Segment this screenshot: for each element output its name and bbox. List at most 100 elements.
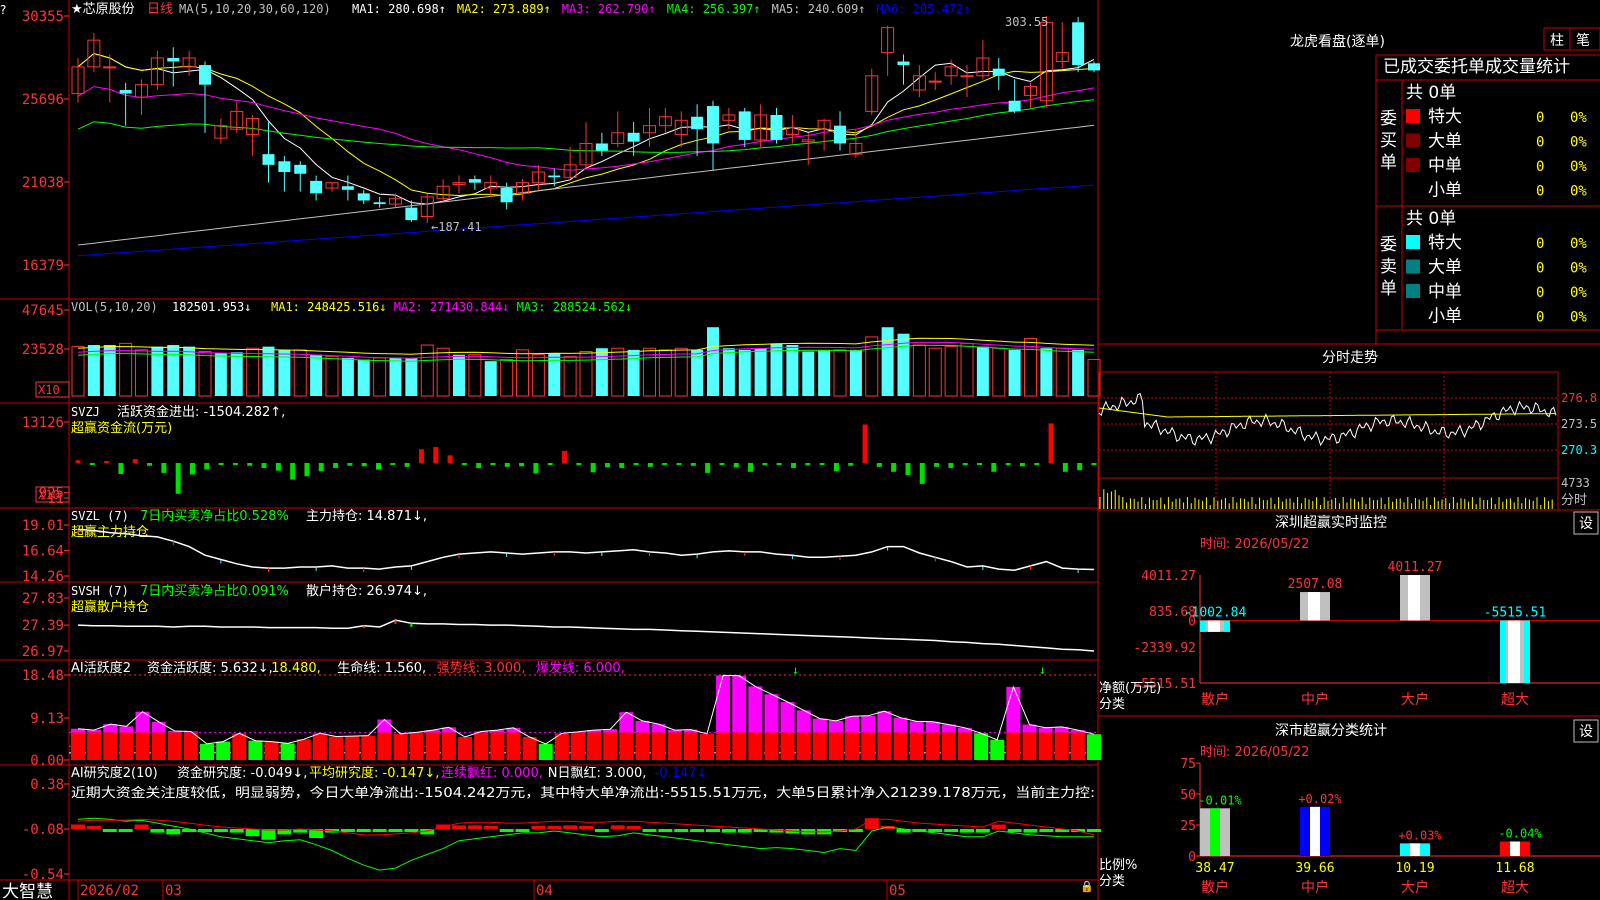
svzj-bar — [977, 463, 983, 465]
class-category: 大户 — [1401, 879, 1429, 896]
yanjiu-bar-green — [499, 829, 514, 832]
huoyue-bar-red — [409, 732, 424, 760]
yanjiu-bar-red — [610, 825, 625, 829]
vol-ma-value-3: MA3: 288524.562↓ — [517, 300, 633, 314]
tab-bi[interactable]: 笔 — [1576, 33, 1590, 49]
volume-bar-down — [484, 361, 497, 396]
candle-body-down — [373, 202, 386, 205]
svzj-panel[interactable]: SVZJ 活跃资金进出: -1504.282↑, 超赢资金流(万元) 13126… — [22, 404, 1097, 507]
volume-bar-down — [754, 348, 767, 396]
fenshi-price-line — [1098, 392, 1557, 447]
svzj-bar — [633, 463, 639, 466]
huoyue-bar-red — [909, 732, 924, 760]
svzj-bar — [790, 463, 796, 468]
svzj-bar — [862, 424, 868, 463]
huoyue-value-5: 爆发线: 6.000, — [536, 660, 625, 676]
yanjiu-bar-red — [452, 825, 466, 829]
svzj-bar — [461, 463, 467, 466]
yanjiu-chart — [71, 817, 1101, 871]
longhu-panel[interactable]: 龙虎看盘(逐单) 柱 笔 已成交 委托单 成交量统计 委买单委卖单共 0单共 0… — [1290, 27, 1600, 327]
yanjiu-bar-red — [864, 818, 879, 829]
volume-bar-down — [627, 349, 640, 396]
monitor-panel[interactable]: 深圳超赢实时监控 设 时间: 2026/05/22 4011.27835.680… — [1099, 511, 1600, 712]
sell-total: 共 0单 — [1406, 209, 1456, 229]
svzj-bar — [275, 463, 281, 471]
stats-tab-0[interactable]: 已成交 — [1383, 57, 1434, 77]
huoyue-bar-magenta — [845, 716, 860, 733]
volume-bar-down — [453, 354, 465, 396]
yanjiu-bar-green — [642, 829, 657, 832]
huoyue-bar-green — [974, 733, 989, 760]
candle — [992, 57, 1005, 91]
svzj-bar — [232, 463, 238, 465]
class-bar-3: +0.03% 10.19 大户 — [1395, 828, 1442, 896]
yanjiu-y-tick-label: 0.38 — [30, 777, 64, 793]
yanjiu-bar-red — [483, 826, 498, 829]
kline-y-tick-label: 30355 — [22, 9, 64, 25]
monitor-bar-label: 4011.27 — [1388, 560, 1443, 575]
class-panel[interactable]: 深市超赢分类统计 设 时间: 2026/05/22 7550250-0.01%3… — [1099, 719, 1600, 896]
kline-panel[interactable]: ? ★芯原股份 日线 MA(5,10,20,30,60,120) MA1: 28… — [0, 2, 1100, 274]
monitor-category: 散户 — [1201, 691, 1229, 708]
vol-value: 182501.953↓ — [172, 300, 251, 314]
monitor-title: 深圳超赢实时监控 — [1275, 514, 1387, 531]
svzj-bar — [418, 449, 424, 463]
svzj-bar — [533, 463, 539, 474]
class-settings-button[interactable]: 设 — [1579, 724, 1593, 740]
buy-row-count: 0 — [1536, 184, 1544, 200]
yanjiu-summary: 近期大资金关注度较低，明显弱势，今日大单净流出:-1504.242万元，其中特大… — [71, 785, 1095, 801]
yanjiu-bar-red — [134, 824, 149, 829]
svzj-bar — [833, 463, 839, 472]
svsh-green-text: 7日内买卖净占比0.091% — [140, 583, 289, 599]
help-icon[interactable]: ? — [0, 3, 6, 17]
svzj-bar — [347, 463, 353, 466]
huoyue-bar-red — [377, 732, 392, 760]
svzj-bar — [676, 463, 682, 465]
candle — [897, 54, 910, 85]
tab-zhu[interactable]: 柱 — [1550, 33, 1564, 49]
svzj-bar — [376, 463, 382, 470]
fenshi-panel[interactable]: 分时走势 276.8 273.5 270.3 4733 分时 — [1098, 350, 1597, 511]
volume-bar-down — [595, 348, 608, 396]
fenshi-time-label: 分时 — [1561, 493, 1587, 508]
candle-body-down — [834, 125, 846, 144]
svzl-panel[interactable]: SVZL (7) 7日内买卖净占比0.528% 主力持仓: 14.871↓, 超… — [22, 508, 1095, 585]
huoyue-bar-magenta — [828, 720, 843, 733]
svzj-bar — [261, 463, 267, 468]
yanjiu-value-3: 连续飘红: 0.000, — [441, 765, 543, 781]
monitor-bar-highlight — [1308, 592, 1320, 621]
volume-panel[interactable]: VOL(5,10,20) 182501.953↓ MA1: 248425.516… — [22, 300, 1101, 398]
vol-header: VOL(5,10,20) — [71, 300, 158, 314]
svzj-bar — [662, 463, 668, 465]
candle — [294, 161, 307, 192]
date-label: 03 — [165, 883, 182, 899]
ai-research-panel[interactable]: AI研究度2(10) 资金研究度: -0.049↓, 平均研究度: -0.147↓… — [22, 765, 1101, 883]
monitor-settings-button[interactable]: 设 — [1579, 516, 1593, 532]
lock-icon[interactable]: 🔒 — [1080, 880, 1094, 893]
monitor-unit: 净额(万元) — [1099, 681, 1161, 696]
huoyue-bar-red — [1070, 732, 1085, 760]
volume-bar-up — [325, 355, 339, 397]
yanjiu-bar-green — [372, 829, 387, 832]
stats-tab-1[interactable]: 委托单 — [1434, 57, 1485, 77]
huoyue-bar-red — [635, 732, 650, 760]
ai-activity-panel[interactable]: AI活跃度2 资金活跃度: 5.632↓,18.480, 生命线: 1.560, 强… — [22, 660, 1101, 769]
period-label[interactable]: 日线 — [147, 2, 173, 17]
class-unit: 比例% — [1099, 858, 1137, 873]
volume-bar-down — [167, 345, 180, 396]
svzj-bar — [118, 463, 124, 474]
buy-total: 共 0单 — [1406, 83, 1456, 103]
svsh-panel[interactable]: SVSH (7) 7日内买卖净占比0.091% 散户持仓: 26.974↓, 超… — [22, 583, 1095, 660]
candle — [389, 193, 402, 208]
volume-bar-up — [468, 354, 482, 397]
yanjiu-bar-green — [340, 829, 355, 832]
candle — [817, 118, 831, 151]
candlesticks — [71, 16, 1100, 223]
monitor-bar-highlight — [1408, 575, 1420, 621]
stats-tab-2[interactable]: 成交量统计 — [1485, 57, 1570, 77]
svzj-x10-label: X10 — [38, 488, 60, 502]
kline-y-tick-label: 16379 — [22, 258, 64, 274]
vol-x10-badge: X10 — [35, 381, 70, 398]
yanjiu-bar-green — [245, 829, 260, 837]
huoyue-value-1: 资金活跃度: 5.632↓, — [147, 660, 273, 676]
